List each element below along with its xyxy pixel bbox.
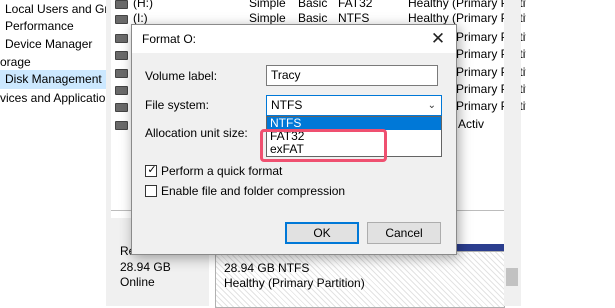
tree-item-device-manager[interactable]: Device Manager — [0, 35, 111, 54]
navigation-tree: Local Users and Gro Performance Device M… — [0, 0, 111, 306]
dialog-title-bar[interactable]: Format O: ✕ — [132, 25, 456, 53]
quick-format-checkbox[interactable]: ✓ — [145, 164, 157, 177]
drive-icon — [115, 103, 128, 112]
chevron-down-icon: ⌄ — [427, 100, 436, 111]
disk-size: 28.94 GB — [120, 260, 171, 274]
dialog-title: Format O: — [142, 32, 197, 46]
file-system-selected-value: NTFS — [271, 98, 303, 112]
highlight-box — [260, 129, 387, 162]
allocation-unit-caption: Allocation unit size: — [145, 126, 248, 140]
close-icon[interactable]: ✕ — [426, 27, 450, 51]
tree-item-disk-management[interactable]: Disk Management — [0, 70, 111, 89]
drive-icon — [115, 34, 128, 43]
partition-size: 28.94 GB NTFS — [224, 261, 310, 275]
tree-item-services-and-applications[interactable]: vices and Applicatio — [0, 89, 106, 108]
file-system-dropdown[interactable]: NTFS ⌄ — [266, 95, 442, 116]
drive-icon — [115, 51, 128, 60]
drive-icon — [115, 69, 128, 78]
drive-icon — [115, 121, 128, 130]
drive-icon — [115, 0, 128, 9]
compression-checkbox[interactable] — [145, 185, 157, 197]
disk-state: Online — [120, 275, 155, 289]
quick-format-label[interactable]: Perform a quick format — [161, 164, 282, 178]
volume-file-system: FAT32 — [338, 0, 373, 10]
partition-status: Healthy (Primary Partition) — [224, 276, 365, 290]
volume-type: Basic — [298, 0, 328, 10]
volume-label-field[interactable]: Tracy — [266, 65, 438, 86]
volume-row[interactable]: (H:) Simple Basic FAT32 Healthy (Primary… — [111, 0, 526, 11]
drive-icon — [115, 86, 128, 95]
volume-name: (H:) — [133, 0, 153, 10]
compression-label[interactable]: Enable file and folder compression — [161, 184, 345, 198]
checkmark-icon: ✓ — [147, 164, 157, 176]
volume-label-caption: Volume label: — [145, 69, 218, 83]
vertical-scrollbar[interactable] — [504, 0, 521, 306]
drive-icon — [115, 15, 128, 24]
volume-layout: Simple — [249, 0, 286, 10]
tree-item-performance[interactable]: Performance — [0, 17, 111, 36]
cancel-button[interactable]: Cancel — [367, 222, 441, 244]
ok-button[interactable]: OK — [285, 222, 359, 244]
file-system-caption: File system: — [145, 98, 210, 112]
scrollbar-thumb[interactable] — [506, 268, 518, 286]
